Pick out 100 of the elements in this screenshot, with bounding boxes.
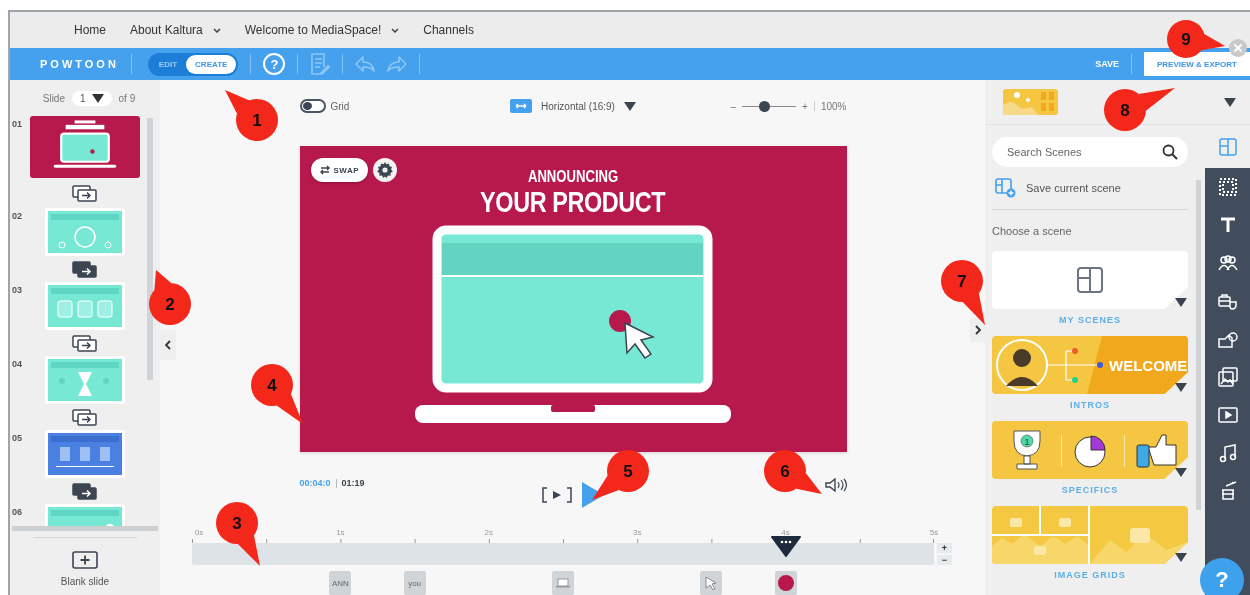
briefcase-cup-icon (1217, 291, 1238, 311)
mode-tab[interactable]: EDIT (149, 54, 187, 74)
laptop-icon (556, 578, 570, 588)
caret-down-icon[interactable] (1175, 298, 1187, 307)
slide-thumbnail[interactable] (45, 282, 125, 330)
search-field[interactable]: Search Scenes (992, 137, 1188, 167)
scene-thumbnail[interactable] (992, 251, 1188, 309)
caret-down-icon[interactable] (1175, 383, 1187, 392)
caret-down-icon[interactable] (1175, 553, 1187, 562)
timeline-item[interactable] (700, 571, 723, 595)
timeline-item[interactable]: you (403, 571, 426, 595)
zoom-out-button[interactable]: – (730, 100, 737, 112)
timeline-track[interactable] (192, 543, 934, 565)
slide-thumbnail[interactable] (30, 116, 140, 178)
slide-thumbnail[interactable] (45, 208, 125, 256)
time-tick: 5s (928, 528, 940, 537)
orientation-select[interactable]: Horizontal (16:9) (541, 100, 615, 112)
nav-menu[interactable]: Home (74, 23, 106, 37)
transition-icon[interactable] (72, 334, 98, 352)
scrollbar[interactable] (1196, 180, 1201, 510)
music-note-icon (1217, 443, 1238, 463)
timeline-item[interactable] (552, 571, 574, 595)
caret-down-icon[interactable] (1175, 468, 1187, 477)
slide-select[interactable]: 1 (72, 90, 112, 106)
category-label[interactable]: INTROS (992, 394, 1188, 416)
total-duration: 01:19 (341, 478, 365, 488)
resize-arrows-icon[interactable] (510, 99, 533, 113)
app-logo: POWTOON (40, 58, 119, 70)
shapes-icon (1217, 329, 1238, 349)
chevron-down-icon[interactable] (212, 27, 221, 33)
caret-down-icon[interactable] (91, 93, 104, 103)
scrollbar[interactable] (147, 118, 153, 380)
scrollbar[interactable] (12, 526, 158, 531)
blank-slide-button[interactable]: Blank slide (60, 551, 110, 587)
scene-thumbnail[interactable] (1003, 89, 1058, 115)
expand-panel-button[interactable] (970, 318, 985, 342)
time-tick: 2s (483, 528, 494, 537)
scene-thumbnail[interactable] (992, 506, 1188, 564)
section-heading: Choose a scene (992, 225, 1073, 237)
grid-toggle[interactable] (299, 99, 326, 113)
current-time: 00:04:0 (299, 478, 331, 488)
timeline-item[interactable] (774, 571, 797, 595)
transition-icon[interactable] (72, 408, 98, 426)
slide-title: YOUR PRODUCT (480, 186, 666, 217)
mode-toggle[interactable]: EDIT CREATE (147, 52, 239, 76)
save-scene-button[interactable]: Save current scene (992, 178, 1121, 198)
scene-thumbnail[interactable]: 1 (992, 421, 1188, 479)
transition-icon[interactable] (72, 184, 98, 202)
timeline-zoom-in-button[interactable]: + (937, 543, 952, 553)
slide-count: of 9 (118, 92, 136, 104)
slide-thumbnail[interactable] (45, 430, 125, 478)
category-label[interactable]: MY SCENES (992, 309, 1188, 331)
save-scene-icon (995, 178, 1017, 198)
slider-thumb[interactable] (758, 100, 770, 112)
slide-number: 03 (12, 284, 23, 297)
nav-menu[interactable]: Welcome to MediaSpace! (244, 23, 400, 37)
slide-thumbnail[interactable] (45, 356, 125, 404)
time-tick: 3s (631, 528, 643, 537)
mode-tab[interactable]: CREATE (186, 54, 237, 74)
time-tick: 0s (193, 528, 205, 537)
swap-arrows-icon (319, 165, 330, 175)
caret-down-icon[interactable] (1224, 97, 1236, 107)
timeline-item[interactable]: ANN (329, 571, 352, 595)
plus-icon (72, 551, 98, 569)
video-icon (1217, 405, 1238, 425)
transition-icon[interactable] (72, 482, 98, 500)
nav-menu[interactable]: Channels (423, 23, 474, 37)
grid-label: Grid (330, 100, 350, 112)
layout-icon (1217, 136, 1238, 157)
trophy-number: 1 (1024, 436, 1030, 447)
slide-number: 05 (12, 432, 23, 445)
help-button[interactable]: ? (263, 53, 286, 75)
banner-text: WELCOME (1109, 357, 1188, 374)
nav-menu[interactable]: About Kaltura (130, 23, 221, 37)
slide-number: 02 (12, 210, 23, 223)
swap-button[interactable]: SWAP (310, 158, 369, 182)
preview-export-button[interactable]: PREVIEW & EXPORT (1144, 52, 1250, 76)
slide-number: 04 (12, 358, 23, 371)
zoom-in-button[interactable]: + (802, 100, 808, 112)
transition-icon[interactable] (72, 260, 98, 278)
collapse-panel-button[interactable] (160, 330, 176, 360)
search-input[interactable]: Search Scenes (1005, 145, 1162, 159)
slide-heading: ANNOUNCING (527, 168, 619, 186)
dot-icon (777, 575, 794, 591)
chevron-right-icon[interactable] (974, 325, 981, 335)
speaker-icon[interactable] (824, 478, 847, 492)
zoom-reading: 100% (820, 100, 847, 112)
chevron-left-icon[interactable] (165, 340, 171, 350)
timeline-zoom-out-button[interactable]: − (937, 555, 952, 565)
chevron-down-icon[interactable] (391, 27, 400, 33)
time-tick: 4s (780, 528, 791, 537)
checkerboard-icon (1217, 177, 1238, 197)
slide-number: 01 (12, 118, 23, 131)
save-button[interactable]: SAVE (1095, 59, 1119, 69)
play-scene-icon[interactable] (542, 487, 572, 503)
slide-number: 06 (12, 506, 23, 519)
time-tick: 1s (335, 528, 346, 537)
playhead-handle[interactable] (769, 535, 802, 557)
caret-down-icon[interactable] (623, 101, 636, 111)
search-icon[interactable] (1162, 144, 1178, 160)
